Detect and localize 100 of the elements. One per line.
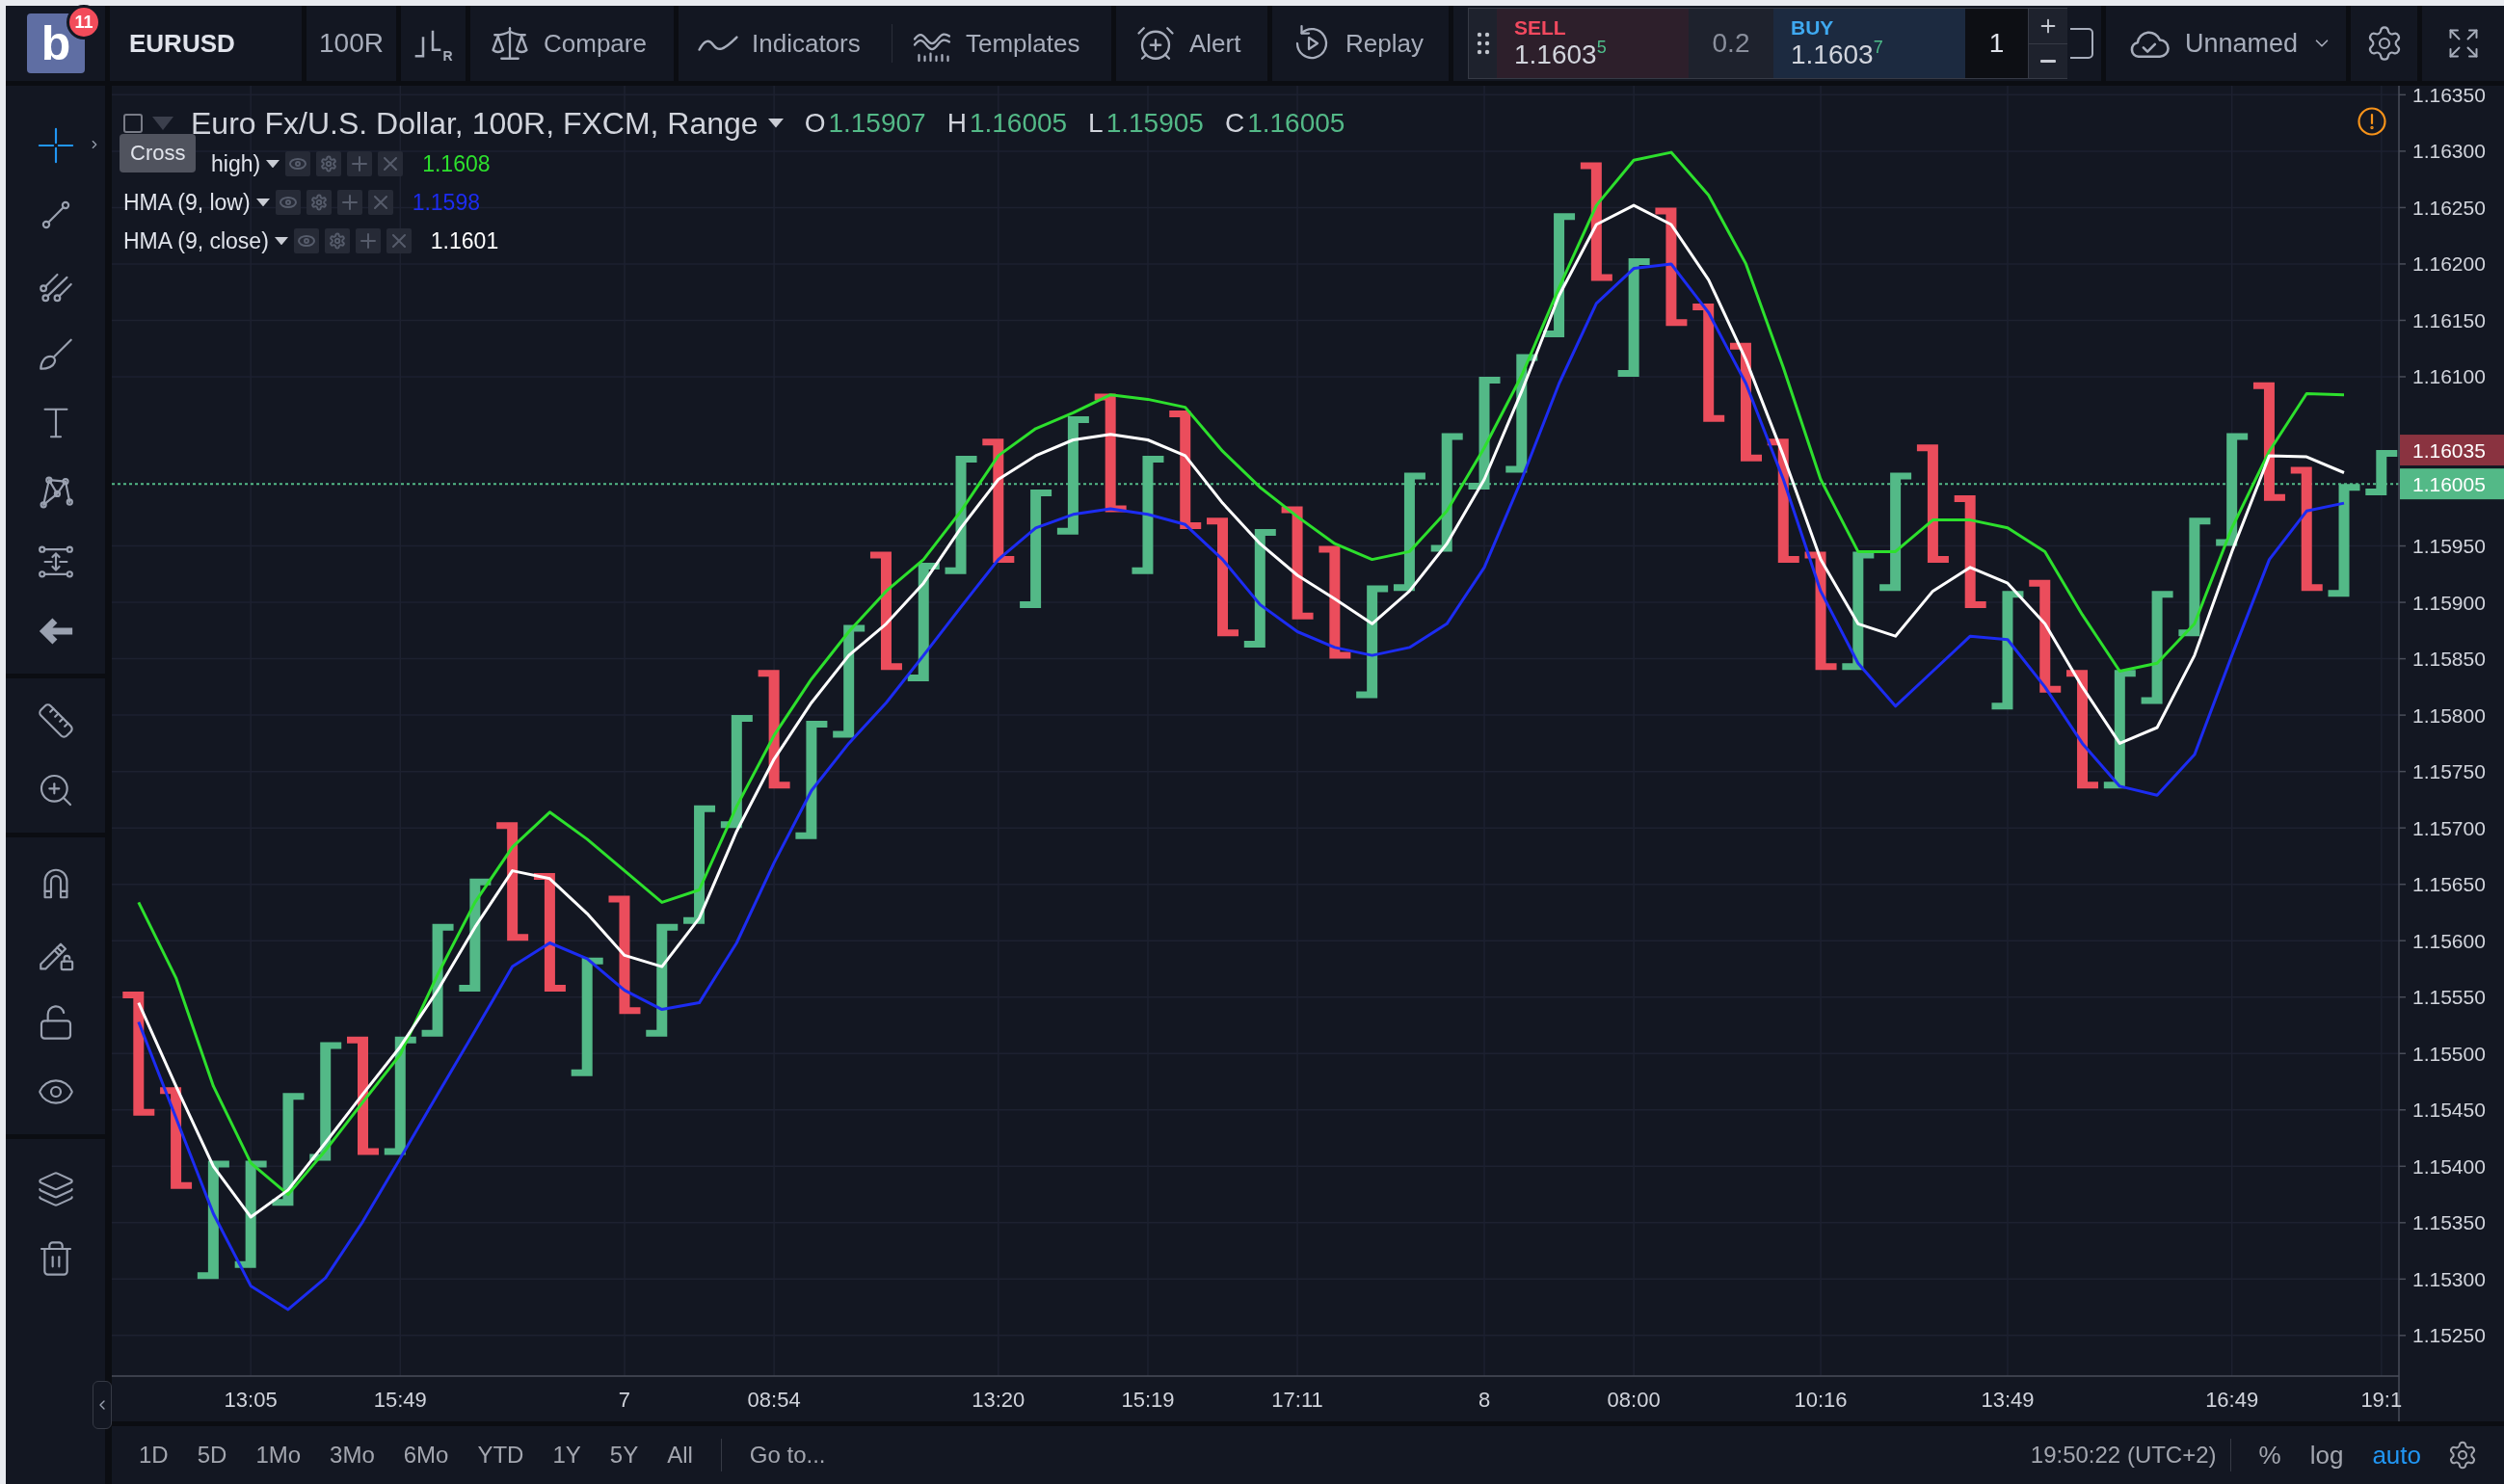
settings-icon[interactable] (324, 228, 350, 253)
time-axis-label: 10:16 (1794, 1387, 1848, 1412)
price-axis-label: 1.16350 (2412, 86, 2486, 106)
ohlc-value: 1.16005 (969, 108, 1068, 139)
indicator-name[interactable]: HMA (9, low) (123, 189, 251, 216)
symbol-button[interactable]: EURUSD (110, 6, 302, 81)
range-button[interactable]: 6Mo (388, 1442, 464, 1469)
price-axis-label: 1.15600 (2412, 929, 2486, 952)
time-axis-label: 08:54 (747, 1387, 801, 1412)
clock: 19:50:22 (UTC+2) (2030, 1442, 2217, 1469)
ohlc-value: 1.15905 (1105, 108, 1204, 139)
range-button[interactable]: YTD (463, 1442, 539, 1469)
price-axis-label: 1.15850 (2412, 648, 2486, 671)
price-axis-label: 1.16300 (2412, 140, 2486, 163)
sell-button[interactable]: SELL 1.1603$^{5}$ (1497, 9, 1689, 78)
price-axis-label: 1.15950 (2412, 535, 2486, 558)
price-axis-label: 1.15700 (2412, 816, 2486, 839)
decrease-button[interactable] (2028, 42, 2067, 78)
price-axis-label: 1.15350 (2412, 1211, 2486, 1234)
time-axis-label: 13:05 (224, 1387, 278, 1412)
increase-button[interactable] (2028, 9, 2067, 43)
warning-icon[interactable] (2357, 107, 2386, 136)
eye-icon[interactable] (293, 228, 319, 253)
close-icon[interactable] (386, 228, 412, 253)
caret-down-icon[interactable] (266, 159, 280, 169)
range-button[interactable]: 1D (124, 1442, 183, 1469)
ohlc-label: C (1224, 108, 1245, 139)
replay-button[interactable]: Replay (1272, 6, 1449, 81)
time-axis-label: 17:11 (1271, 1387, 1323, 1412)
settings-icon[interactable] (306, 190, 332, 215)
eye-icon[interactable] (275, 190, 301, 215)
spread-value: 0.2 (1711, 27, 1751, 60)
crosshair-icon (36, 126, 75, 165)
notification-badge: 11 (67, 5, 101, 40)
time-axis-label: 7 (618, 1387, 631, 1412)
tooltip: Cross (120, 134, 197, 172)
price-axis-label: 1.16100 (2412, 365, 2486, 388)
ohlc-value: 1.15907 (828, 108, 926, 139)
chart-type-button[interactable]: R (401, 6, 466, 81)
indicator-name[interactable]: HMA (9, close) (123, 227, 269, 254)
caret-down-icon[interactable] (767, 119, 784, 128)
indicator-value: 1.1598 (412, 189, 480, 216)
ruler-icon (36, 702, 75, 740)
interval-button[interactable]: 100R (306, 6, 396, 81)
time-axis-label: 13:20 (972, 1387, 1026, 1412)
plus-icon[interactable] (336, 190, 362, 215)
settings-icon[interactable] (316, 151, 342, 176)
range-button[interactable]: 1Y (538, 1442, 596, 1469)
price-axis-label: 1.15800 (2412, 703, 2486, 727)
close-icon[interactable] (378, 151, 404, 176)
go-to-button[interactable]: Go to... (734, 1442, 840, 1469)
range-button[interactable]: All (653, 1442, 707, 1469)
scale-button[interactable]: log (2295, 1440, 2358, 1471)
price-label: 1.16005 (2400, 468, 2504, 500)
compare-button[interactable]: Compare (470, 6, 674, 81)
grip-icon[interactable] (1476, 32, 1490, 55)
caret-down-icon[interactable] (274, 236, 288, 246)
time-axis-label: 16:49 (2205, 1387, 2259, 1412)
price-axis-label: 1.15650 (2412, 873, 2486, 896)
square-icon[interactable] (123, 114, 143, 133)
range-button[interactable]: 5Y (595, 1442, 653, 1469)
ohlc-value: 1.16005 (1247, 108, 1345, 139)
price-axis-label: 1.15300 (2412, 1267, 2486, 1290)
ohlc-label: L (1088, 108, 1104, 139)
ohlc-label: H (946, 108, 967, 139)
indicators-button[interactable]: Indicators (679, 6, 892, 81)
bid-price-label: 1.16035 (2400, 435, 2504, 466)
ref-line-label: 1.16005 (2412, 472, 2486, 495)
time-axis-label: 13:49 (1981, 1387, 2035, 1412)
time-axis-label: 8 (1478, 1387, 1491, 1412)
scale-button[interactable]: % (2244, 1440, 2296, 1471)
ohlc-label: O (804, 108, 826, 139)
close-icon[interactable] (367, 190, 393, 215)
range-button[interactable]: 5D (182, 1442, 242, 1469)
price-axis-label: 1.16150 (2412, 308, 2486, 331)
eye-icon[interactable] (285, 151, 311, 176)
price-axis-label: 1.16200 (2412, 252, 2486, 276)
price-axis-label: 1.15750 (2412, 760, 2486, 783)
buy-button[interactable]: BUY 1.1603$^{7}$ (1773, 9, 1965, 78)
quantity-field[interactable]: 1 (1965, 9, 2028, 78)
scale-button[interactable]: auto (2357, 1440, 2436, 1471)
indicator-value: 1.1601 (430, 227, 499, 254)
wave-icon (698, 35, 738, 52)
alert-button[interactable]: Alert (1116, 6, 1267, 81)
plus-icon[interactable] (355, 228, 381, 253)
price-axis-label: 1.15550 (2412, 986, 2486, 1009)
time-axis-label: 19:1 (2360, 1387, 2403, 1412)
price-axis-label: 1.15400 (2412, 1154, 2486, 1178)
indicator-name[interactable]: high) (211, 150, 261, 177)
range-button[interactable]: 3Mo (315, 1442, 389, 1469)
caret-down-icon[interactable] (255, 198, 270, 207)
layout-button[interactable]: Unnamed (2106, 6, 2346, 81)
time-axis-label: 15:49 (373, 1387, 427, 1412)
templates-button[interactable]: Templates (892, 6, 1111, 81)
plus-icon[interactable] (347, 151, 373, 176)
price-axis-label: 1.15900 (2412, 591, 2486, 614)
minus-icon (2040, 59, 2056, 63)
indicator-value: 1.1608 (422, 150, 491, 177)
layers-icon (36, 1170, 75, 1208)
range-button[interactable]: 1Mo (241, 1442, 316, 1469)
